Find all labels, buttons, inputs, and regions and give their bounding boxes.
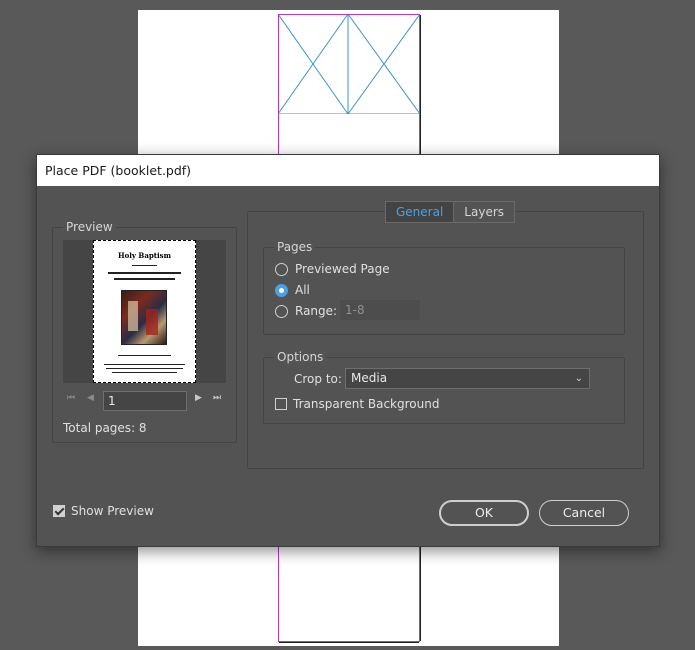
thumbnail-painting: [121, 290, 167, 345]
first-page-icon[interactable]: ⏮: [67, 393, 75, 403]
radio-button[interactable]: [275, 283, 288, 297]
page-thumbnail: Holy Baptism: [93, 240, 196, 383]
show-preview-label: Show Preview: [71, 504, 154, 518]
previous-page-icon[interactable]: ◀: [87, 393, 94, 403]
transparent-background-option[interactable]: Transparent Background: [275, 397, 439, 411]
show-preview-checkbox[interactable]: [53, 505, 65, 517]
thumbnail-text-line: [104, 364, 185, 365]
show-preview-option[interactable]: Show Preview: [53, 504, 154, 518]
preview-group-title: Preview: [63, 220, 116, 234]
thumbnail-text-line: [118, 355, 171, 356]
thumbnail-text-line: [108, 272, 181, 274]
range-input[interactable]: 1-8: [340, 300, 420, 320]
pages-group-title: Pages: [274, 240, 316, 254]
total-pages: Total pages: 8: [63, 421, 147, 435]
radio-label: Previewed Page: [295, 262, 390, 276]
page-number-input[interactable]: 1: [103, 391, 187, 411]
crop-to-label: Crop to:: [294, 372, 342, 386]
radio-previewed-page[interactable]: Previewed Page: [275, 261, 390, 277]
thumbnail-text-line: [132, 265, 157, 266]
transparent-background-label: Transparent Background: [293, 397, 440, 411]
page-navigator: ⏮ ◀ 1 ▶ ⏭: [67, 391, 227, 411]
radio-label: Range:: [295, 304, 338, 318]
pages-group: Pages Previewed Page All Range: 1-8: [263, 240, 625, 335]
options-group-title: Options: [274, 350, 327, 364]
options-group: Options Crop to: Media ⌄ Transparent Bac…: [263, 350, 625, 424]
crop-to-value: Media: [351, 371, 388, 385]
frame-shadow-bottom: [279, 642, 419, 643]
settings-panel: General Layers Pages Previewed Page All …: [247, 201, 644, 469]
thumbnail-text-line: [106, 368, 183, 369]
tab-general[interactable]: General: [386, 202, 455, 222]
dialog-title: Place PDF (booklet.pdf): [37, 155, 659, 186]
preview-group: Preview Holy Baptism ⏮ ◀ 1 ▶ ⏭ Total pag…: [52, 220, 237, 443]
last-page-icon[interactable]: ⏭: [213, 393, 221, 403]
next-page-icon[interactable]: ▶: [195, 393, 202, 403]
thumbnail-text-line: [112, 372, 177, 373]
thumbnail-text-line: [114, 278, 175, 280]
crop-to-select[interactable]: Media ⌄: [345, 368, 590, 389]
preview-area: Holy Baptism: [63, 240, 226, 383]
place-pdf-dialog: Place PDF (booklet.pdf) Preview Holy Bap…: [36, 154, 660, 547]
tab-layers[interactable]: Layers: [454, 202, 514, 222]
radio-button[interactable]: [275, 304, 288, 318]
tab-bar: General Layers: [385, 201, 516, 223]
transparent-background-checkbox[interactable]: [275, 398, 287, 410]
radio-range[interactable]: Range:: [275, 303, 337, 319]
radio-all[interactable]: All: [275, 282, 310, 298]
ok-button[interactable]: OK: [439, 500, 529, 526]
radio-label: All: [295, 283, 310, 297]
cancel-button[interactable]: Cancel: [539, 500, 629, 526]
chevron-down-icon: ⌄: [574, 373, 583, 384]
thumbnail-title: Holy Baptism: [117, 251, 172, 260]
radio-button[interactable]: [275, 262, 288, 276]
